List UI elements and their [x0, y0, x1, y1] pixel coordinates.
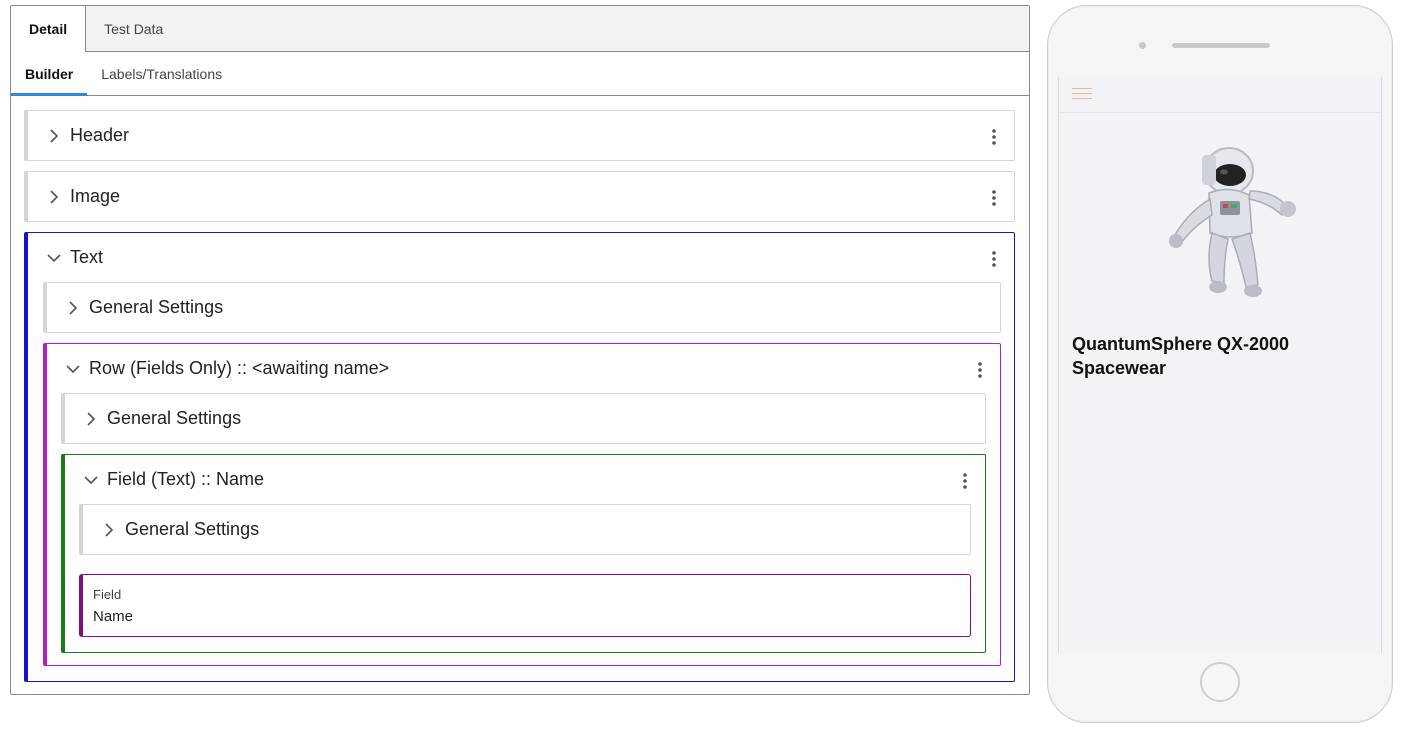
chevron-down-icon: [46, 250, 62, 266]
more-options-icon[interactable]: [990, 250, 998, 268]
general-settings-title: General Settings: [125, 519, 260, 539]
more-options-icon[interactable]: [990, 189, 998, 207]
tab-test-data[interactable]: Test Data: [86, 6, 181, 51]
section-header-title: Header: [70, 125, 130, 145]
astronaut-image: [1169, 147, 1296, 297]
chevron-right-icon: [83, 411, 99, 427]
chevron-down-icon: [65, 361, 81, 377]
section-row-toggle[interactable]: Row (Fields Only) :: <awaiting name>: [47, 344, 1000, 393]
section-field: Field (Text) :: Name General Settings Fi…: [61, 454, 986, 653]
phone-topbar: [1059, 77, 1381, 113]
section-header: Header: [24, 110, 1015, 161]
section-text-title: Text: [70, 247, 104, 267]
section-image-title: Image: [70, 186, 121, 206]
section-field-title: Field (Text) :: Name: [107, 469, 265, 489]
hamburger-icon[interactable]: [1072, 88, 1092, 102]
tab-builder[interactable]: Builder: [11, 52, 88, 96]
more-options-icon[interactable]: [976, 361, 984, 379]
general-settings-title: General Settings: [89, 297, 224, 317]
text-general-settings: General Settings: [43, 282, 1001, 333]
chevron-right-icon: [101, 522, 117, 538]
phone-speaker: [1172, 43, 1270, 48]
more-options-icon[interactable]: [990, 128, 998, 146]
section-image-toggle[interactable]: Image: [28, 172, 1014, 221]
phone-preview: QuantumSphere QX-2000 Spacewear: [1047, 5, 1393, 723]
row-general-settings-toggle[interactable]: General Settings: [65, 394, 985, 443]
field-general-settings: General Settings: [79, 504, 971, 555]
chevron-right-icon: [46, 128, 62, 144]
field-preview-label: Field: [93, 587, 122, 602]
field-general-settings-toggle[interactable]: General Settings: [83, 505, 970, 554]
section-text-toggle[interactable]: Text: [28, 233, 1014, 282]
chevron-right-icon: [65, 300, 81, 316]
product-title: QuantumSphere QX-2000 Spacewear: [1072, 334, 1290, 378]
field-preview-value: Name: [93, 608, 134, 625]
field-preview[interactable]: Field Name: [79, 574, 971, 637]
section-row-title: Row (Fields Only) :: <awaiting name>: [89, 358, 390, 378]
general-settings-title: General Settings: [107, 408, 242, 428]
editor-panel: Detail Test Data Builder Labels/Translat…: [10, 5, 1030, 695]
section-header-toggle[interactable]: Header: [28, 111, 1014, 160]
primary-tabs: Detail Test Data: [11, 6, 1029, 52]
secondary-tabs: Builder Labels/Translations: [11, 52, 1029, 96]
phone-camera: [1139, 42, 1146, 49]
section-image: Image: [24, 171, 1015, 222]
tab-labels-translations[interactable]: Labels/Translations: [87, 52, 236, 95]
section-field-toggle[interactable]: Field (Text) :: Name: [65, 455, 985, 504]
row-general-settings: General Settings: [61, 393, 986, 444]
chevron-down-icon: [83, 472, 99, 488]
home-button[interactable]: [1200, 662, 1240, 702]
text-general-settings-toggle[interactable]: General Settings: [47, 283, 1000, 332]
phone-screen: QuantumSphere QX-2000 Spacewear: [1058, 77, 1382, 653]
tab-detail[interactable]: Detail: [11, 6, 87, 52]
more-options-icon[interactable]: [961, 472, 969, 490]
chevron-right-icon: [46, 189, 62, 205]
section-row: Row (Fields Only) :: <awaiting name> Gen…: [43, 343, 1001, 666]
section-text: Text General Settings Row (Fields Only) …: [24, 232, 1015, 682]
